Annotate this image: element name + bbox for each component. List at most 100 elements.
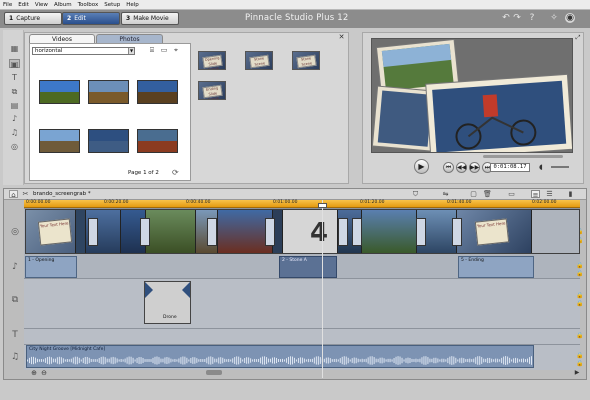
album-thumbnail[interactable] <box>88 80 129 104</box>
overlay-track <box>24 278 580 328</box>
transition-number: 4 <box>309 218 329 248</box>
folder-icon[interactable]: ▭ <box>160 47 168 54</box>
album-scene-clip[interactable]: Ending Slide Scene <box>198 81 226 100</box>
rewind-button[interactable]: ◀◀ <box>456 162 467 173</box>
video-album-icon[interactable]: ▦ <box>9 44 20 53</box>
video-clip-strip[interactable]: Your Text Here 4 Your Text Here <box>25 209 580 254</box>
music-album-icon[interactable]: ♫ <box>9 128 20 137</box>
music-track-icon[interactable]: ♫ <box>9 352 21 362</box>
zoom-out-icon[interactable]: ⊖ <box>40 369 48 377</box>
go-to-start-button[interactable]: ⏮ <box>443 162 454 173</box>
album-thumbnail[interactable] <box>137 129 178 153</box>
menu-file[interactable]: File <box>0 0 15 9</box>
fullscreen-icon[interactable]: ◉ <box>565 13 575 23</box>
menus-album-icon[interactable]: ▤ <box>9 101 20 110</box>
sound-clip[interactable]: 2 - Stone A <box>279 256 337 278</box>
timeline-view-icon[interactable]: ≡ <box>531 190 540 199</box>
marker-icon[interactable]: ⛉ <box>411 190 420 198</box>
tab-capture[interactable]: 1 Capture <box>4 12 62 25</box>
sound-effects-album-icon[interactable]: ♪ <box>9 114 20 123</box>
close-album-icon[interactable]: ✕ <box>337 33 346 42</box>
volume-icon[interactable]: ◖ <box>539 162 547 172</box>
music-clip[interactable]: City Night Groove [Midnight Cafe] <box>26 345 534 368</box>
lock-icon[interactable]: 🔒 <box>576 270 584 278</box>
waveform-bar <box>246 357 248 364</box>
toolbox-icon[interactable]: ▭ <box>507 190 516 198</box>
lock-icon[interactable]: 🔒 <box>576 332 584 340</box>
help-icon[interactable]: ? <box>527 13 537 23</box>
playhead-handle[interactable] <box>318 203 327 208</box>
undo-icon[interactable]: ↶ <box>501 13 511 23</box>
sound-clip[interactable]: 5 - Ending <box>458 256 534 278</box>
zoom-in-icon[interactable]: ⊕ <box>30 369 38 377</box>
titles-album-icon[interactable]: T <box>9 73 20 82</box>
scroll-right-icon[interactable]: ▶ <box>573 369 581 377</box>
album-scene-clip[interactable]: Stone Scene <box>245 51 273 70</box>
menu-edit[interactable]: Edit <box>15 0 32 9</box>
tab-capture-number: 1 <box>9 15 14 22</box>
overlay-track-icon[interactable]: ⧉ <box>9 295 21 305</box>
project-icon[interactable]: ⌂ <box>9 190 18 199</box>
lock-icon[interactable]: 🔒 <box>576 360 584 368</box>
menu-setup[interactable]: Setup <box>101 0 123 9</box>
album-thumbnail[interactable] <box>88 129 129 153</box>
menu-toolbox[interactable]: Toolbox <box>75 0 102 9</box>
transition-marker[interactable] <box>88 218 98 246</box>
volume-slider[interactable] <box>551 166 569 168</box>
waveform-bar <box>30 356 32 365</box>
title-track-icon[interactable]: T <box>9 330 21 340</box>
tab-edit[interactable]: 2 Edit <box>62 12 120 25</box>
timecode-field[interactable]: 0:01:08.17 <box>490 163 530 172</box>
expand-icon[interactable]: ⤢ <box>574 34 582 41</box>
menu-album[interactable]: Album <box>51 0 75 9</box>
transitions-album-icon[interactable]: ▣ <box>9 59 20 69</box>
folder-select[interactable]: horizontal ▼ <box>32 47 135 55</box>
waveform-bar <box>70 358 72 363</box>
hint-bulb-icon[interactable]: ✧ <box>549 13 559 23</box>
transition-marker[interactable] <box>352 218 362 246</box>
timeline-ruler[interactable]: 0:00:00.00 0:00:20.00 0:00:40.00 0:01:00… <box>24 200 580 208</box>
album-scene-clip[interactable]: Stone Scene <box>292 51 320 70</box>
open-folder-icon[interactable]: ⌸ <box>148 47 156 54</box>
transition-marker[interactable] <box>416 218 426 246</box>
fast-forward-button[interactable]: ▶▶ <box>469 162 480 173</box>
lock-icon[interactable]: 🔒 <box>576 292 584 300</box>
waveform-bar <box>435 357 437 364</box>
menu-view[interactable]: View <box>32 0 51 9</box>
playhead[interactable] <box>322 200 323 378</box>
ruler-tick-label: 0:00:40.00 <box>186 200 211 205</box>
timeline-scrollbar[interactable] <box>206 370 222 375</box>
redo-icon[interactable]: ↷ <box>512 13 522 23</box>
tag-icon[interactable]: ⌖ <box>172 47 180 54</box>
montage-album-icon[interactable]: ◎ <box>9 142 20 151</box>
menu-help[interactable]: Help <box>123 0 142 9</box>
waveform-bar <box>174 358 176 363</box>
sound-track-icon[interactable]: ♪ <box>9 262 21 272</box>
overlay-clip[interactable]: Drone <box>144 281 191 324</box>
album-thumbnail[interactable] <box>39 129 80 153</box>
sound-clip[interactable]: 1 - Opening <box>25 256 77 278</box>
transition-marker[interactable] <box>265 218 275 246</box>
lock-icon[interactable]: 🔒 <box>576 262 584 270</box>
album-scene-clip[interactable]: Opening Slide Scene <box>198 51 226 70</box>
storyboard-view-icon[interactable]: ▮ <box>566 190 575 198</box>
album-thumbnail[interactable] <box>137 80 178 104</box>
album-thumbnail[interactable] <box>39 80 80 104</box>
list-view-icon[interactable]: ☰ <box>545 190 554 198</box>
lock-icon[interactable]: 🔒 <box>576 352 584 360</box>
play-button[interactable]: ▶ <box>414 159 429 174</box>
next-page-icon[interactable]: ⟳ <box>172 168 179 177</box>
transition-marker[interactable] <box>140 218 150 246</box>
scissors-icon[interactable]: ✂ <box>21 190 30 198</box>
lock-icon[interactable]: 🔒 <box>576 300 584 308</box>
transition-marker[interactable] <box>207 218 217 246</box>
snap-icon[interactable]: ▢ <box>469 190 478 198</box>
split-icon[interactable]: ⇋ <box>441 190 450 198</box>
tab-make-movie[interactable]: 3 Make Movie <box>121 12 179 25</box>
transition-marker[interactable] <box>338 218 348 246</box>
camera-track-icon[interactable]: ◎ <box>9 227 21 237</box>
photos-album-icon[interactable]: ⧉ <box>9 87 20 96</box>
waveform-bar <box>469 358 471 363</box>
transition-marker[interactable] <box>452 218 462 246</box>
delete-icon[interactable]: 🗑 <box>483 190 492 198</box>
